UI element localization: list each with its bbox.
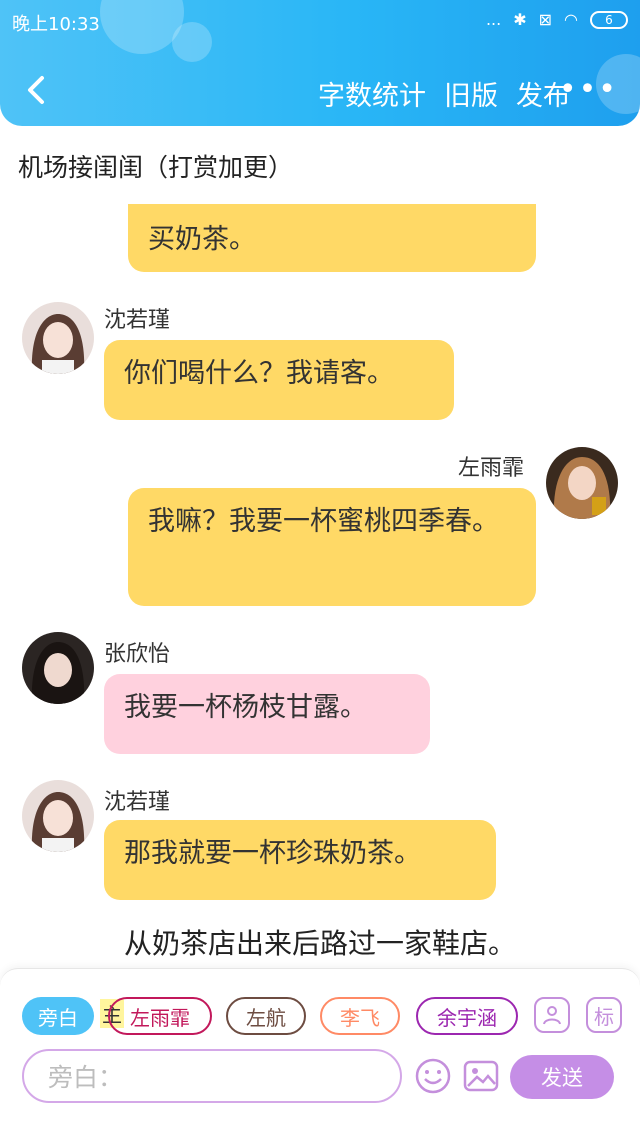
chip-role-zuo-hang[interactable]: 左航 bbox=[226, 997, 306, 1035]
status-time: 晚上10:33 bbox=[12, 14, 100, 35]
avatar-image bbox=[22, 780, 94, 852]
smiley-icon[interactable] bbox=[414, 1057, 452, 1095]
sender-name: 沈若瑾 bbox=[104, 308, 171, 333]
avatar[interactable] bbox=[22, 780, 94, 852]
back-button[interactable] bbox=[18, 70, 58, 110]
avatar-image bbox=[22, 632, 94, 704]
message-text: 我嘛？我要一杯蜜桃四季春。 bbox=[148, 506, 499, 537]
narration-text[interactable]: 从奶茶店出来后路过一家鞋店。 bbox=[0, 922, 640, 962]
sender-name: 沈若瑾 bbox=[104, 790, 171, 815]
person-card-icon[interactable] bbox=[534, 997, 570, 1033]
input-panel: 旁白 主 左雨霏 左航 李飞 余宇涵 标 旁白： 发送 bbox=[0, 968, 640, 1138]
chip-role-li-fei[interactable]: 李飞 bbox=[320, 997, 400, 1035]
bluetooth-icon: ✱ bbox=[513, 10, 527, 29]
sender-name: 张欣怡 bbox=[104, 642, 171, 667]
message-bubble[interactable]: 我要一杯杨枝甘露。 bbox=[104, 674, 430, 754]
header: 晚上10:33 ... ✱ ⊠ ◠ 6 字数统计 旧版 发布 ••• bbox=[0, 0, 640, 126]
image-icon[interactable] bbox=[462, 1057, 500, 1095]
chapter-title: 机场接闺闺（打赏加更） bbox=[18, 153, 294, 182]
message-clip: 买奶茶。 bbox=[0, 204, 640, 278]
message-input[interactable]: 旁白： bbox=[22, 1049, 402, 1103]
chip-narration[interactable]: 旁白 bbox=[22, 997, 94, 1035]
avatar[interactable] bbox=[546, 447, 618, 519]
send-button[interactable]: 发送 bbox=[510, 1055, 614, 1099]
message-text: 你们喝什么？我请客。 bbox=[124, 358, 394, 389]
message-bubble[interactable]: 我嘛？我要一杯蜜桃四季春。 bbox=[128, 488, 536, 606]
avatar-image bbox=[22, 302, 94, 374]
message-bubble[interactable]: 你们喝什么？我请客。 bbox=[104, 340, 454, 420]
image-glyph bbox=[463, 1060, 499, 1092]
nav-actions: 字数统计 旧版 发布 bbox=[318, 74, 570, 113]
message-bubble[interactable]: 那我就要一杯珍珠奶茶。 bbox=[104, 820, 496, 900]
message-text: 我要一杯杨枝甘露。 bbox=[124, 692, 367, 723]
person-card-glyph bbox=[543, 1006, 561, 1025]
avatar-image bbox=[546, 447, 618, 519]
nav-bar: 字数统计 旧版 发布 ••• bbox=[0, 62, 640, 122]
sender-name: 左雨霏 bbox=[458, 456, 525, 481]
message-bubble[interactable]: 买奶茶。 bbox=[128, 204, 536, 272]
smiley-glyph bbox=[415, 1058, 451, 1094]
chip-role-yu-yuhan[interactable]: 余宇涵 bbox=[416, 997, 518, 1035]
avatar[interactable] bbox=[22, 632, 94, 704]
status-icons: ... ✱ ⊠ ◠ 6 bbox=[486, 10, 628, 29]
more-button[interactable]: ••• bbox=[559, 72, 618, 107]
back-chevron-icon bbox=[28, 76, 44, 104]
message-text: 买奶茶。 bbox=[148, 224, 256, 255]
chip-role-zuo-yufei[interactable]: 左雨霏 bbox=[108, 997, 212, 1035]
tag-icon[interactable]: 标 bbox=[586, 997, 622, 1033]
battery-icon: 6 bbox=[590, 10, 628, 29]
sim-icon: ⊠ bbox=[538, 10, 553, 29]
old-version-button[interactable]: 旧版 bbox=[444, 74, 498, 113]
word-count-button[interactable]: 字数统计 bbox=[318, 74, 426, 113]
input-placeholder: 旁白： bbox=[48, 1063, 124, 1092]
status-bar: 晚上10:33 ... ✱ ⊠ ◠ 6 bbox=[0, 0, 640, 44]
avatar[interactable] bbox=[22, 302, 94, 374]
signal-icon: ... bbox=[485, 10, 502, 29]
wifi-icon: ◠ bbox=[564, 10, 578, 29]
tag-icon-label: 标 bbox=[594, 1004, 614, 1029]
message-text: 那我就要一杯珍珠奶茶。 bbox=[124, 838, 421, 869]
